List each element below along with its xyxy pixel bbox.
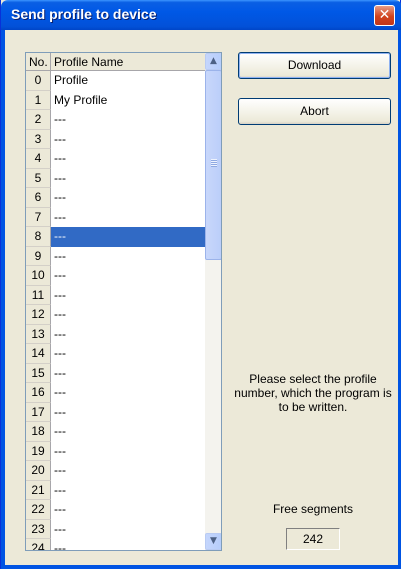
grip-icon	[211, 159, 217, 167]
list-item[interactable]: 13 ---	[26, 324, 205, 344]
profile-name: ---	[51, 227, 205, 247]
list-header: No. Profile Name	[26, 53, 205, 71]
list-item[interactable]: 8 ---	[26, 227, 205, 247]
list-item[interactable]: 4 ---	[26, 149, 205, 169]
profile-name: ---	[54, 424, 66, 438]
download-button[interactable]: Download	[238, 52, 391, 79]
profile-number: 5	[26, 168, 51, 188]
free-segments-label: Free segments	[272, 502, 354, 516]
list-item[interactable]: 20 ---	[26, 461, 205, 481]
profile-number: 0	[26, 71, 51, 91]
profile-name: ---	[54, 521, 66, 536]
profile-number: 22	[26, 500, 51, 520]
profile-name: ---	[54, 502, 66, 516]
scroll-up-button[interactable]: ▲	[205, 53, 221, 70]
list-item[interactable]: 21 ---	[26, 480, 205, 500]
profile-name: ---	[54, 307, 66, 321]
list-item[interactable]: 22 ---	[26, 500, 205, 520]
profile-list[interactable]: No. Profile Name 0 Profile 1 My Profile 2 ---…	[25, 52, 222, 551]
profile-number: 6	[26, 188, 51, 208]
abort-button-label: Abort	[300, 104, 329, 118]
profile-name: ---	[54, 443, 66, 458]
list-item[interactable]: 0 Profile	[26, 71, 205, 91]
profile-name: ---	[54, 131, 66, 146]
profile-name: ---	[54, 463, 66, 477]
profile-name: ---	[54, 482, 66, 497]
download-button-label: Download	[287, 58, 342, 72]
abort-button[interactable]: Abort	[238, 98, 391, 125]
profile-number: 16	[26, 383, 51, 403]
profile-number: 11	[26, 285, 51, 305]
profile-name: ---	[54, 541, 66, 551]
window-title: Send profile to device	[11, 6, 157, 22]
list-item[interactable]: 9 ---	[26, 246, 205, 266]
profile-number: 4	[26, 149, 51, 169]
list-item[interactable]: 10 ---	[26, 266, 205, 286]
list-item[interactable]: 15 ---	[26, 363, 205, 383]
list-item[interactable]: 12 ---	[26, 305, 205, 325]
list-rows: 0 Profile 1 My Profile 2 --- 3 --- 4 --- 5 --- 6 --- 7…	[26, 71, 205, 551]
info-text: Please select the profile number, which …	[234, 372, 392, 414]
close-button[interactable]: ✕	[374, 5, 395, 26]
scroll-down-button[interactable]: ▼	[205, 533, 221, 550]
profile-name: ---	[54, 385, 66, 399]
profile-name: ---	[54, 112, 66, 126]
list-item[interactable]: 6 ---	[26, 188, 205, 208]
profile-number: 12	[26, 305, 51, 325]
profile-number: 9	[26, 246, 51, 266]
close-icon: ✕	[378, 7, 391, 23]
list-item[interactable]: 1 My Profile	[26, 90, 205, 110]
send-profile-dialog: Send profile to device ✕ No. Profile Nam…	[0, 0, 401, 569]
profile-name: ---	[54, 209, 66, 224]
list-item[interactable]: 17 ---	[26, 402, 205, 422]
title-bar[interactable]: Send profile to device ✕	[1, 0, 401, 30]
profile-name: My Profile	[54, 92, 108, 107]
free-segments-value: 242	[286, 528, 340, 550]
profile-number: 10	[26, 266, 51, 286]
profile-number: 3	[26, 129, 51, 149]
profile-name: Profile	[54, 73, 89, 87]
chevron-down-icon: ▼	[210, 536, 217, 546]
list-item[interactable]: 19 ---	[26, 441, 205, 461]
scroll-thumb[interactable]	[205, 70, 221, 260]
profile-number: 7	[26, 207, 51, 227]
profile-name: ---	[54, 170, 66, 185]
profile-number: 17	[26, 402, 51, 422]
list-item[interactable]: 23 ---	[26, 519, 205, 539]
profile-name: ---	[54, 326, 66, 341]
profile-name: ---	[54, 404, 66, 419]
profile-number: 24	[26, 539, 51, 550]
profile-number: 8	[26, 227, 51, 247]
list-item[interactable]: 14 ---	[26, 344, 205, 364]
list-item[interactable]: 24 ---	[26, 539, 205, 551]
profile-number: 21	[26, 480, 51, 500]
list-item[interactable]: 3 ---	[26, 129, 205, 149]
profile-number: 15	[26, 363, 51, 383]
profile-number: 23	[26, 519, 51, 539]
profile-name: ---	[54, 268, 66, 282]
list-item[interactable]: 16 ---	[26, 383, 205, 403]
list-item[interactable]: 18 ---	[26, 422, 205, 442]
profile-name: ---	[54, 287, 66, 302]
list-item[interactable]: 2 ---	[26, 110, 205, 130]
profile-number: 1	[26, 90, 51, 110]
vertical-scrollbar[interactable]: ▲ ▼	[205, 53, 221, 550]
chevron-up-icon: ▲	[210, 56, 217, 66]
list-item[interactable]: 5 ---	[26, 168, 205, 188]
profile-number: 2	[26, 110, 51, 130]
header-no[interactable]: No.	[26, 53, 51, 71]
profile-name: ---	[54, 248, 66, 263]
profile-number: 19	[26, 441, 51, 461]
profile-number: 13	[26, 324, 51, 344]
profile-name: ---	[54, 151, 66, 165]
profile-name: ---	[54, 365, 66, 380]
header-profile-name[interactable]: Profile Name	[51, 53, 205, 71]
profile-number: 14	[26, 344, 51, 364]
profile-number: 20	[26, 461, 51, 481]
profile-name: ---	[54, 346, 66, 360]
profile-name: ---	[54, 190, 66, 204]
list-item[interactable]: 11 ---	[26, 285, 205, 305]
list-item[interactable]: 7 ---	[26, 207, 205, 227]
profile-number: 18	[26, 422, 51, 442]
